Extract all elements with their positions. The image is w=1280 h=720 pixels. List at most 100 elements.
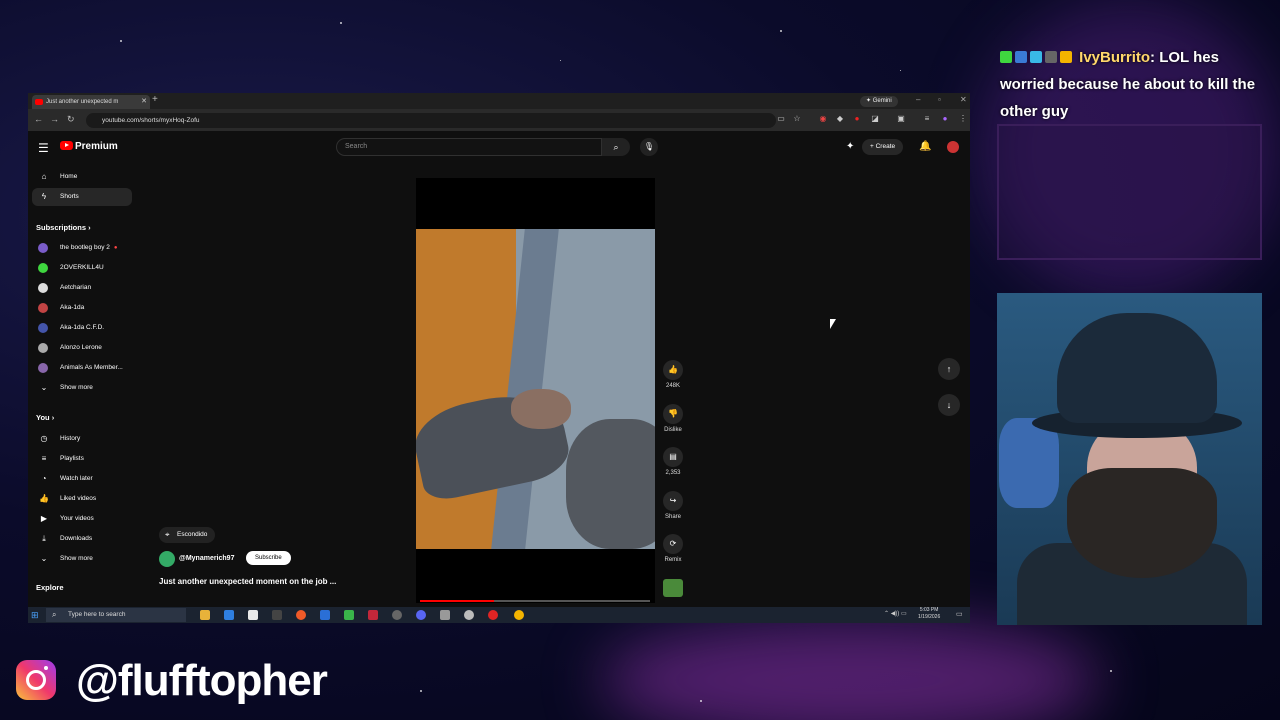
like-button[interactable]: 👍 248K xyxy=(658,360,688,389)
avatar[interactable] xyxy=(947,141,959,153)
forward-icon[interactable]: → xyxy=(50,114,59,124)
extension-icon[interactable]: ◉ xyxy=(818,114,828,125)
create-button[interactable]: + Create xyxy=(862,139,904,155)
previous-short-arrow-up-icon[interactable]: ↑ xyxy=(938,358,960,380)
sidebar-item-subscription[interactable]: Aetcharian xyxy=(32,279,132,297)
youtube-favicon-icon xyxy=(35,99,43,105)
star xyxy=(120,40,122,42)
gemini-sparkle-icon[interactable]: ✦ xyxy=(846,141,854,152)
back-icon[interactable]: ← xyxy=(34,114,43,124)
app-icon[interactable] xyxy=(440,610,450,620)
subscribe-button[interactable]: Subscribe xyxy=(246,551,291,565)
you-heading[interactable]: You › xyxy=(36,413,54,422)
close-window-icon[interactable]: ✕ xyxy=(960,95,967,104)
app-icon[interactable] xyxy=(320,610,330,620)
taskbar-search-input[interactable]: ⌕ Type here to search xyxy=(46,608,186,622)
close-tab-icon[interactable]: ✕ xyxy=(141,95,147,109)
notifications-bell-icon[interactable]: 🔔 xyxy=(919,141,931,152)
browser-tab[interactable]: Just another unexpected m ✕ xyxy=(32,95,150,109)
sidebar-item-label: Show more xyxy=(60,555,93,562)
profile-icon[interactable]: ● xyxy=(940,114,950,125)
webcam-person-beard xyxy=(1067,468,1217,578)
taskbar-clock[interactable]: 5:03 PM 1/19/2026 xyxy=(918,607,940,621)
short-title[interactable]: Just another unexpected moment on the jo… xyxy=(159,577,336,586)
reload-icon[interactable]: ↻ xyxy=(67,114,75,125)
browser-menu-icon[interactable]: ⋮ xyxy=(958,114,968,125)
video-letterbox-bottom xyxy=(416,549,655,603)
sidebar-item-subscription[interactable]: the bootleg boy 2 ● xyxy=(32,239,132,257)
location-pin-icon: ⌖ xyxy=(165,530,170,539)
remix-button[interactable]: ⟳ Remix xyxy=(658,534,688,563)
address-bar: ← → ↻ youtube.com/shorts/myxHoq-Zofu ▭ ☆… xyxy=(28,109,970,131)
short-video-player[interactable] xyxy=(416,229,655,549)
sidebar-item-subscription[interactable]: Animals As Member... xyxy=(32,359,132,377)
bookmark-star-icon[interactable]: ☆ xyxy=(792,114,802,125)
sidebar-item-home[interactable]: ⌂ Home xyxy=(32,168,132,186)
app-icon[interactable] xyxy=(464,610,474,620)
channel-link[interactable]: @Mynamerich97 xyxy=(159,551,234,567)
discord-icon[interactable] xyxy=(416,610,426,620)
sidebar-item-subscription[interactable]: Alonzo Lerone xyxy=(32,339,132,357)
xbox-icon[interactable] xyxy=(344,610,354,620)
windows-start-icon[interactable]: ⊞ xyxy=(31,610,39,621)
firefox-icon[interactable] xyxy=(296,610,306,620)
extension-icon[interactable]: ● xyxy=(852,114,862,125)
edge-icon[interactable] xyxy=(224,610,234,620)
video-frame-hands xyxy=(511,389,571,429)
extensions-menu-icon[interactable]: ≡ xyxy=(922,114,932,125)
subscriptions-heading[interactable]: Subscriptions › xyxy=(36,223,91,232)
sidebar-item-label: Watch later xyxy=(60,475,93,482)
file-explorer-icon[interactable] xyxy=(200,610,210,620)
comment-count: 2,353 xyxy=(665,470,681,476)
system-tray-icons[interactable]: ⌃ ◀)) ▭ xyxy=(884,610,907,617)
extension-icon[interactable]: ◪ xyxy=(870,114,880,125)
video-frame-arm xyxy=(566,419,655,549)
sidebar-item-downloads[interactable]: ⤓ Downloads xyxy=(32,530,132,548)
sidebar-item-watch-later[interactable]: ◔ Watch later xyxy=(32,470,132,488)
sidebar-item-shorts[interactable]: ϟ Shorts xyxy=(32,188,132,206)
webcam-feed xyxy=(997,293,1262,625)
next-short-arrow-down-icon[interactable]: ↓ xyxy=(938,394,960,416)
obs-icon[interactable] xyxy=(392,610,402,620)
share-button[interactable]: ↪ Share xyxy=(658,491,688,520)
search-icon[interactable]: ⌕ xyxy=(602,138,630,156)
sidebar-item-playlists[interactable]: ≡ Playlists xyxy=(32,450,132,468)
sidebar-panel-icon[interactable]: ▣ xyxy=(896,114,906,125)
sidebar-item-liked-videos[interactable]: 👍 Liked videos xyxy=(32,490,132,508)
show-more-subscriptions[interactable]: ⌄ Show more xyxy=(32,379,132,397)
dislike-button[interactable]: 👎 Dislike xyxy=(658,404,688,433)
search-input[interactable]: Search xyxy=(336,138,602,156)
new-tab-icon[interactable]: + xyxy=(152,94,158,105)
comments-button[interactable]: ▤ 2,353 xyxy=(658,447,688,476)
sidebar-item-subscription[interactable]: Aka-1da C.F.D. xyxy=(32,319,132,337)
channel-avatar xyxy=(38,263,48,273)
maximize-icon[interactable]: ▫ xyxy=(938,95,941,104)
app-icon[interactable] xyxy=(488,610,498,620)
store-icon[interactable] xyxy=(248,610,258,620)
show-more-you[interactable]: ⌄ Show more xyxy=(32,550,132,568)
chrome-icon[interactable] xyxy=(514,610,524,620)
gemini-button[interactable]: ✦ Gemini xyxy=(860,96,898,107)
video-progress-bar[interactable] xyxy=(420,600,650,602)
microphone-icon[interactable]: 🎙 xyxy=(640,138,658,156)
instagram-icon-dot xyxy=(44,666,48,670)
sound-thumbnail[interactable] xyxy=(663,579,683,597)
channel-avatar xyxy=(38,303,48,313)
sidebar-item-your-videos[interactable]: ▶ Your videos xyxy=(32,510,132,528)
menu-icon[interactable]: ☰ xyxy=(38,141,49,155)
sidebar-item-subscription[interactable]: Aka-1da xyxy=(32,299,132,317)
sidebar-item-history[interactable]: ◷ History xyxy=(32,430,132,448)
playlists-icon: ≡ xyxy=(41,454,47,463)
location-chip[interactable]: ⌖ Escondido xyxy=(159,527,216,543)
notification-center-icon[interactable]: ▭ xyxy=(956,610,963,618)
cast-icon[interactable]: ▭ xyxy=(776,114,786,125)
explore-heading-label: Explore xyxy=(36,583,64,592)
app-icon[interactable] xyxy=(368,610,378,620)
sidebar-item-subscription[interactable]: 2OVERKILL4U xyxy=(32,259,132,277)
minimize-icon[interactable]: – xyxy=(916,95,920,104)
app-icon[interactable] xyxy=(272,610,282,620)
url-field[interactable]: youtube.com/shorts/myxHoq-Zofu xyxy=(86,113,776,128)
youtube-logo[interactable]: Premium xyxy=(60,141,118,152)
extension-icon[interactable]: ◆ xyxy=(835,114,845,125)
star xyxy=(780,30,782,32)
